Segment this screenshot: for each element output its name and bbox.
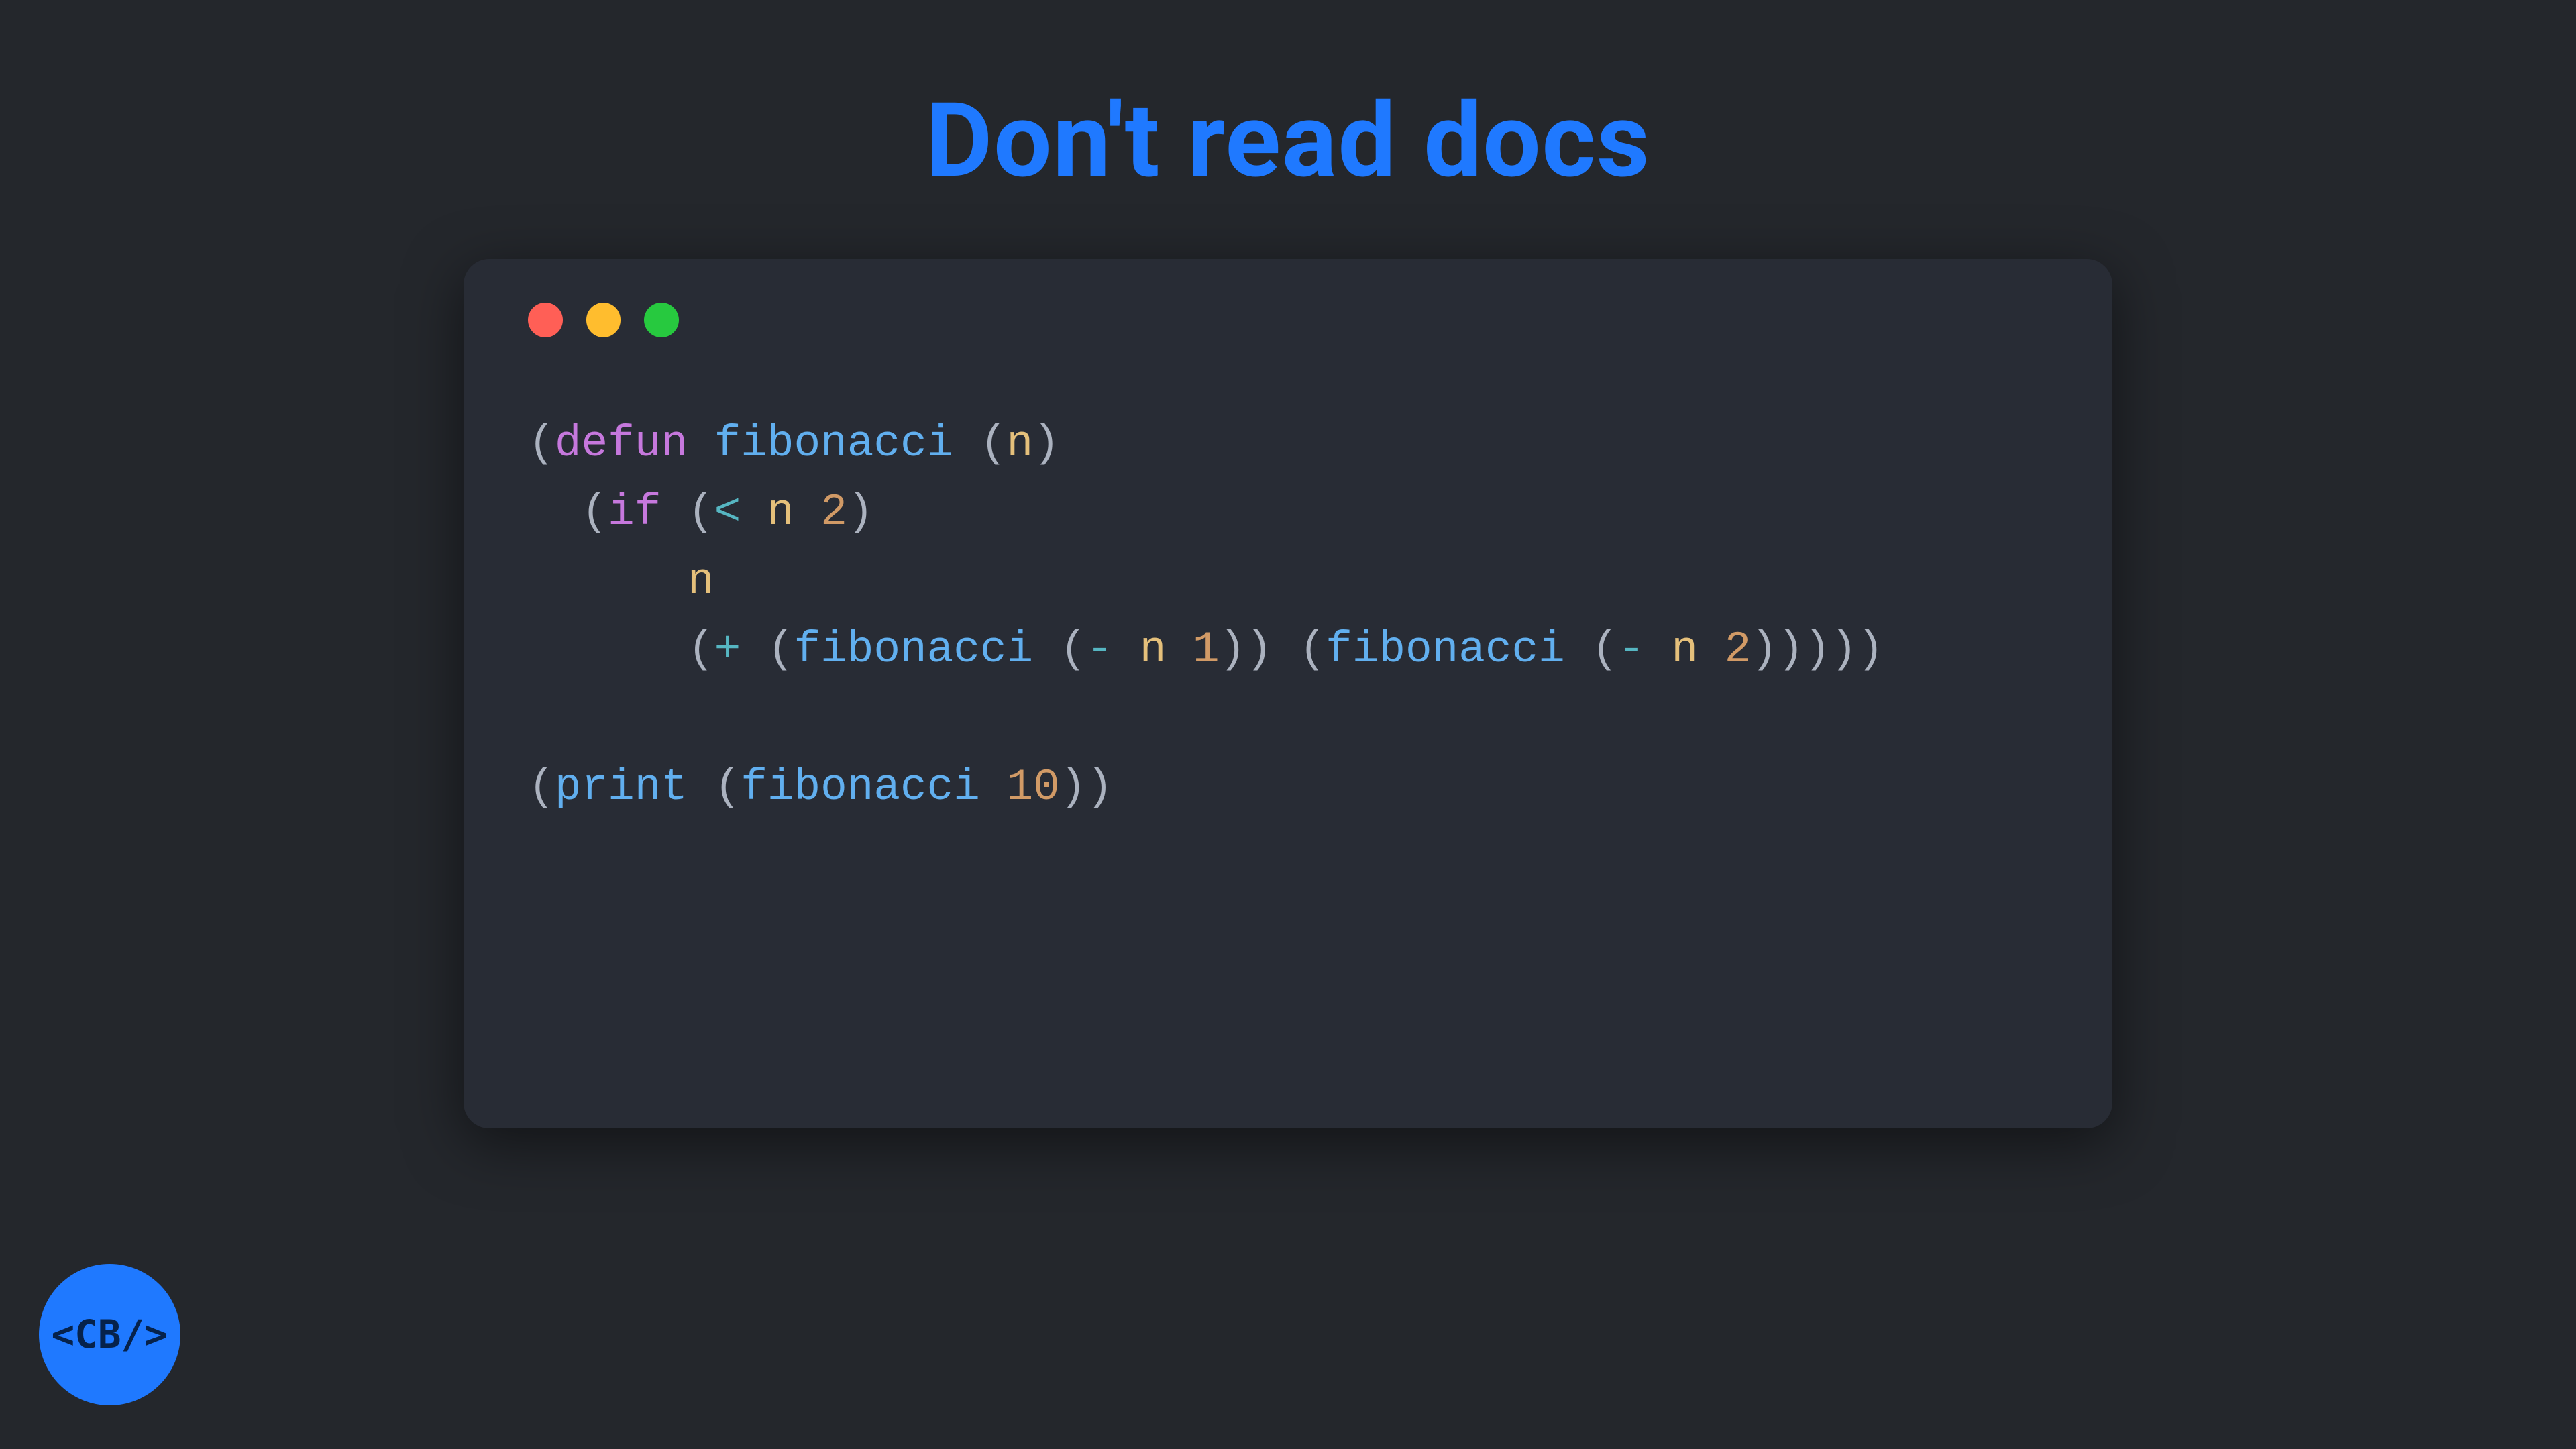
code-token [1645,625,1672,675]
code-token: ))))) [1751,625,1884,675]
code-token: fibonacci [741,762,980,812]
code-token: n [1671,625,1698,675]
code-token [741,487,767,537]
minimize-dot-icon [586,303,621,337]
code-token: )) ( [1220,625,1326,675]
code-token [1166,625,1193,675]
code-token: fibonacci [1326,625,1565,675]
code-token: ( [953,419,1006,469]
code-token: - [1086,625,1113,675]
code-token: n [688,556,714,606]
logo-badge: <CB/> [39,1264,180,1405]
code-token: ) [847,487,874,537]
code-token [1698,625,1725,675]
code-window: (defun fibonacci (n) (if (< n 2) n (+ (f… [464,259,2112,1128]
code-token: print [555,762,688,812]
code-token: ( [528,419,555,469]
code-token: ( [528,625,714,675]
code-token: ( [528,487,608,537]
code-token: ( [741,625,794,675]
maximize-dot-icon [644,303,679,337]
code-token: 2 [820,487,847,537]
code-token: n [1007,419,1034,469]
code-token: ) [1033,419,1060,469]
code-token: if [608,487,661,537]
code-token: ( [1565,625,1618,675]
code-token: ( [661,487,714,537]
slide-title: Don't read docs [926,80,1651,201]
code-token: defun [555,419,688,469]
code-token: 10 [1007,762,1060,812]
close-dot-icon [528,303,563,337]
code-token [528,556,688,606]
code-token: ( [528,762,555,812]
code-token: < [714,487,741,537]
code-token [1113,625,1140,675]
code-token: n [1140,625,1167,675]
code-token: 2 [1725,625,1752,675]
code-token: ( [688,762,741,812]
code-token: n [767,487,794,537]
code-token [980,762,1007,812]
code-token: )) [1060,762,1113,812]
code-token: + [714,625,741,675]
code-token: fibonacci [714,419,954,469]
code-token: - [1618,625,1645,675]
code-token: 1 [1193,625,1220,675]
code-token [794,487,821,537]
traffic-lights [528,303,2048,337]
code-token: fibonacci [794,625,1034,675]
code-token [688,419,714,469]
code-block: (defun fibonacci (n) (if (< n 2) n (+ (f… [528,410,2048,822]
slide: Don't read docs (defun fibonacci (n) (if… [0,0,2576,1449]
code-token: ( [1033,625,1086,675]
